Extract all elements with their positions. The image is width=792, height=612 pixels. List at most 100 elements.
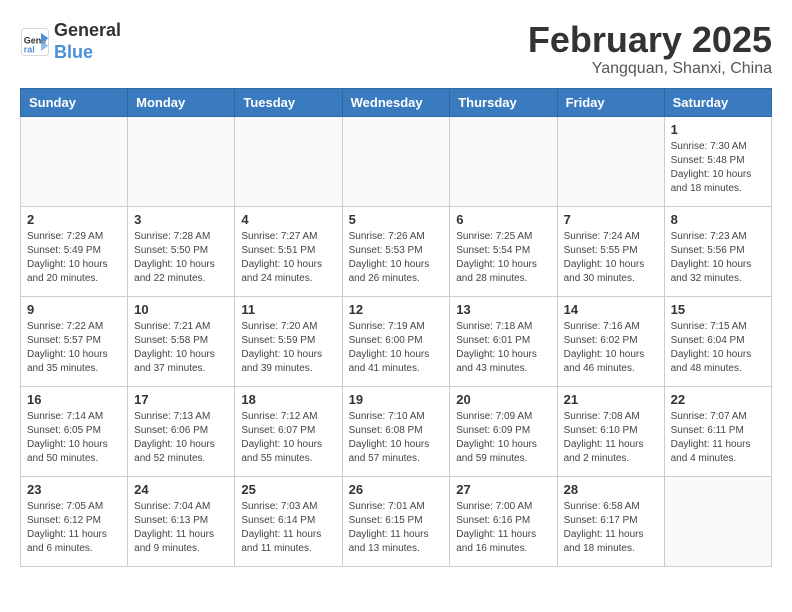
day-number: 22 [671,392,765,407]
day-info: Sunrise: 7:16 AM Sunset: 6:02 PM Dayligh… [564,320,658,376]
calendar-cell: 7 Sunrise: 7:24 AM Sunset: 5:55 PM Daylig… [557,206,664,296]
day-number: 25 [241,482,335,497]
day-number: 20 [456,392,550,407]
calendar-weekday-sunday: Sunday [21,88,128,116]
calendar-week-4: 16 Sunrise: 7:14 AM Sunset: 6:05 PM Dayli… [21,386,772,476]
calendar-week-5: 23 Sunrise: 7:05 AM Sunset: 6:12 PM Dayli… [21,476,772,566]
calendar-weekday-friday: Friday [557,88,664,116]
calendar-cell: 1Sunrise: 7:30 AM Sunset: 5:48 PM Daylig… [664,116,771,206]
calendar-cell [128,116,235,206]
day-number: 13 [456,302,550,317]
calendar-cell [21,116,128,206]
day-number: 2 [27,212,121,227]
day-info: Sunrise: 7:01 AM Sunset: 6:15 PM Dayligh… [349,500,444,556]
day-number: 11 [241,302,335,317]
month-title: February 2025 [528,20,772,60]
day-info: Sunrise: 7:10 AM Sunset: 6:08 PM Dayligh… [349,410,444,466]
calendar-week-3: 9Sunrise: 7:22 AM Sunset: 5:57 PM Daylig… [21,296,772,386]
svg-text:ral: ral [24,44,35,54]
day-number: 5 [349,212,444,227]
calendar-cell [450,116,557,206]
calendar-cell: 24 Sunrise: 7:04 AM Sunset: 6:13 PM Dayli… [128,476,235,566]
day-info: Sunrise: 7:28 AM Sunset: 5:50 PM Dayligh… [134,230,228,286]
calendar-cell: 18 Sunrise: 7:12 AM Sunset: 6:07 PM Dayli… [235,386,342,476]
calendar-cell: 26 Sunrise: 7:01 AM Sunset: 6:15 PM Dayli… [342,476,450,566]
day-number: 24 [134,482,228,497]
day-number: 8 [671,212,765,227]
calendar-cell: 20Sunrise: 7:09 AM Sunset: 6:09 PM Dayli… [450,386,557,476]
day-info: Sunrise: 7:19 AM Sunset: 6:00 PM Dayligh… [349,320,444,376]
calendar-cell: 28Sunrise: 6:58 AM Sunset: 6:17 PM Dayli… [557,476,664,566]
calendar-cell: 9Sunrise: 7:22 AM Sunset: 5:57 PM Daylig… [21,296,128,386]
day-number: 15 [671,302,765,317]
calendar-table: SundayMondayTuesdayWednesdayThursdayFrid… [20,88,772,567]
day-number: 6 [456,212,550,227]
day-number: 23 [27,482,121,497]
calendar-cell: 3 Sunrise: 7:28 AM Sunset: 5:50 PM Daylig… [128,206,235,296]
calendar-cell: 16 Sunrise: 7:14 AM Sunset: 6:05 PM Dayli… [21,386,128,476]
day-info: Sunrise: 7:29 AM Sunset: 5:49 PM Dayligh… [27,230,121,286]
calendar-cell: 14 Sunrise: 7:16 AM Sunset: 6:02 PM Dayli… [557,296,664,386]
day-info: Sunrise: 7:23 AM Sunset: 5:56 PM Dayligh… [671,230,765,286]
calendar-cell: 5 Sunrise: 7:26 AM Sunset: 5:53 PM Daylig… [342,206,450,296]
day-info: Sunrise: 7:13 AM Sunset: 6:06 PM Dayligh… [134,410,228,466]
calendar-cell: 25 Sunrise: 7:03 AM Sunset: 6:14 PM Dayli… [235,476,342,566]
calendar-weekday-monday: Monday [128,88,235,116]
calendar-cell: 11 Sunrise: 7:20 AM Sunset: 5:59 PM Dayli… [235,296,342,386]
day-info: Sunrise: 7:12 AM Sunset: 6:07 PM Dayligh… [241,410,335,466]
calendar-week-1: 1Sunrise: 7:30 AM Sunset: 5:48 PM Daylig… [21,116,772,206]
day-info: Sunrise: 7:08 AM Sunset: 6:10 PM Dayligh… [564,410,658,466]
logo: Gene ral General Blue [20,20,121,63]
calendar-header-row: SundayMondayTuesdayWednesdayThursdayFrid… [21,88,772,116]
day-number: 18 [241,392,335,407]
calendar-cell: 4Sunrise: 7:27 AM Sunset: 5:51 PM Daylig… [235,206,342,296]
day-info: Sunrise: 7:05 AM Sunset: 6:12 PM Dayligh… [27,500,121,556]
day-number: 1 [671,122,765,137]
calendar-cell: 2 Sunrise: 7:29 AM Sunset: 5:49 PM Daylig… [21,206,128,296]
calendar-cell: 15 Sunrise: 7:15 AM Sunset: 6:04 PM Dayli… [664,296,771,386]
day-number: 9 [27,302,121,317]
day-info: Sunrise: 7:21 AM Sunset: 5:58 PM Dayligh… [134,320,228,376]
day-info: Sunrise: 7:07 AM Sunset: 6:11 PM Dayligh… [671,410,765,466]
calendar-cell: 17 Sunrise: 7:13 AM Sunset: 6:06 PM Dayli… [128,386,235,476]
calendar-cell: 21 Sunrise: 7:08 AM Sunset: 6:10 PM Dayli… [557,386,664,476]
calendar-cell: 22 Sunrise: 7:07 AM Sunset: 6:11 PM Dayli… [664,386,771,476]
day-number: 27 [456,482,550,497]
calendar-cell: 27Sunrise: 7:00 AM Sunset: 6:16 PM Dayli… [450,476,557,566]
calendar-weekday-tuesday: Tuesday [235,88,342,116]
calendar-cell: 23 Sunrise: 7:05 AM Sunset: 6:12 PM Dayli… [21,476,128,566]
day-info: Sunrise: 7:04 AM Sunset: 6:13 PM Dayligh… [134,500,228,556]
calendar-weekday-wednesday: Wednesday [342,88,450,116]
calendar-cell [557,116,664,206]
day-number: 7 [564,212,658,227]
calendar-cell [664,476,771,566]
logo-icon: Gene ral [20,27,50,57]
day-number: 19 [349,392,444,407]
day-number: 26 [349,482,444,497]
day-info: Sunrise: 7:27 AM Sunset: 5:51 PM Dayligh… [241,230,335,286]
day-number: 14 [564,302,658,317]
calendar-weekday-thursday: Thursday [450,88,557,116]
day-number: 16 [27,392,121,407]
day-info: Sunrise: 7:20 AM Sunset: 5:59 PM Dayligh… [241,320,335,376]
page-header: Gene ral General Blue February 2025 Yang… [20,20,772,78]
day-info: Sunrise: 7:25 AM Sunset: 5:54 PM Dayligh… [456,230,550,286]
calendar-cell: 10Sunrise: 7:21 AM Sunset: 5:58 PM Dayli… [128,296,235,386]
title-block: February 2025 Yangquan, Shanxi, China [528,20,772,78]
day-number: 3 [134,212,228,227]
day-info: Sunrise: 7:15 AM Sunset: 6:04 PM Dayligh… [671,320,765,376]
day-number: 17 [134,392,228,407]
day-info: Sunrise: 7:26 AM Sunset: 5:53 PM Dayligh… [349,230,444,286]
logo-text: General Blue [54,20,121,63]
calendar-weekday-saturday: Saturday [664,88,771,116]
calendar-cell: 19 Sunrise: 7:10 AM Sunset: 6:08 PM Dayli… [342,386,450,476]
day-info: Sunrise: 7:03 AM Sunset: 6:14 PM Dayligh… [241,500,335,556]
day-info: Sunrise: 7:18 AM Sunset: 6:01 PM Dayligh… [456,320,550,376]
day-info: Sunrise: 7:24 AM Sunset: 5:55 PM Dayligh… [564,230,658,286]
day-number: 21 [564,392,658,407]
calendar-cell: 8 Sunrise: 7:23 AM Sunset: 5:56 PM Daylig… [664,206,771,296]
calendar-cell: 12 Sunrise: 7:19 AM Sunset: 6:00 PM Dayli… [342,296,450,386]
day-number: 12 [349,302,444,317]
day-info: Sunrise: 7:14 AM Sunset: 6:05 PM Dayligh… [27,410,121,466]
location: Yangquan, Shanxi, China [528,60,772,78]
